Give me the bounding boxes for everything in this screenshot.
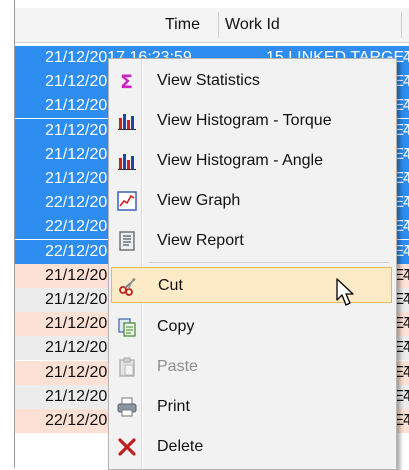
report-icon: [119, 231, 135, 251]
context-menu: Σ View Statistics View Histogram - Torqu…: [108, 58, 397, 470]
menu-item-label: Delete: [157, 438, 204, 455]
column-header-time[interactable]: Time: [165, 8, 215, 42]
cell-extra: 4: [403, 312, 409, 336]
cell-extra: 4: [403, 119, 409, 143]
scissors-icon: [119, 277, 136, 296]
menu-item-view-statistics[interactable]: Σ View Statistics: [111, 63, 392, 99]
menu-item-copy[interactable]: Copy: [111, 309, 392, 345]
bar-chart-icon: [118, 154, 136, 170]
menu-item-print[interactable]: Print: [111, 389, 392, 425]
menu-item-view-graph[interactable]: View Graph: [111, 183, 392, 219]
column-divider[interactable]: [401, 12, 402, 38]
column-header-work-id[interactable]: Work Id: [225, 8, 345, 42]
menu-item-paste[interactable]: Paste: [111, 349, 392, 385]
cell-extra: 4: [403, 240, 409, 264]
menu-item-label: View Graph: [157, 192, 241, 209]
cell-extra: 4: [403, 70, 409, 94]
cell-extra: 4: [403, 191, 409, 215]
paste-icon: [119, 357, 135, 377]
cell-extra: 4: [403, 46, 409, 70]
menu-item-view-histogram-torque[interactable]: View Histogram - Torque: [111, 103, 392, 139]
svg-text:Σ: Σ: [120, 71, 133, 91]
menu-item-label: View Histogram - Angle: [157, 152, 323, 169]
cell-extra: 4: [403, 385, 409, 409]
bar-chart-icon: [118, 114, 136, 130]
menu-separator: [149, 262, 389, 263]
menu-item-label: Copy: [157, 318, 195, 335]
cell-extra: 4: [403, 409, 409, 433]
menu-item-label: Paste: [157, 358, 198, 375]
cell-extra: 4: [403, 167, 409, 191]
menu-item-view-report[interactable]: View Report: [111, 223, 392, 259]
cell-extra: 4: [403, 94, 409, 118]
cell-extra: 4: [403, 143, 409, 167]
cell-extra: 4: [403, 215, 409, 239]
cell-extra: 4: [403, 264, 409, 288]
printer-icon: [117, 397, 137, 417]
grid-header: Time Work Id: [15, 8, 409, 43]
menu-item-view-histogram-angle[interactable]: View Histogram - Angle: [111, 143, 392, 179]
menu-item-delete[interactable]: Delete: [111, 429, 392, 465]
line-graph-icon: [117, 191, 137, 211]
delete-x-icon: [118, 438, 136, 456]
menu-item-label: View Statistics: [157, 72, 260, 89]
cell-extra: 4: [403, 336, 409, 360]
sigma-icon: Σ: [120, 71, 133, 91]
menu-item-label: View Report: [157, 232, 244, 249]
copy-icon: [118, 318, 136, 337]
menu-item-label: Print: [157, 398, 190, 415]
cell-extra: 4: [403, 288, 409, 312]
menu-item-label: View Histogram - Torque: [157, 112, 332, 129]
mouse-pointer-icon: [336, 278, 354, 306]
column-divider[interactable]: [218, 12, 219, 38]
cell-extra: 4: [403, 361, 409, 385]
menu-item-label: Cut: [158, 277, 183, 294]
